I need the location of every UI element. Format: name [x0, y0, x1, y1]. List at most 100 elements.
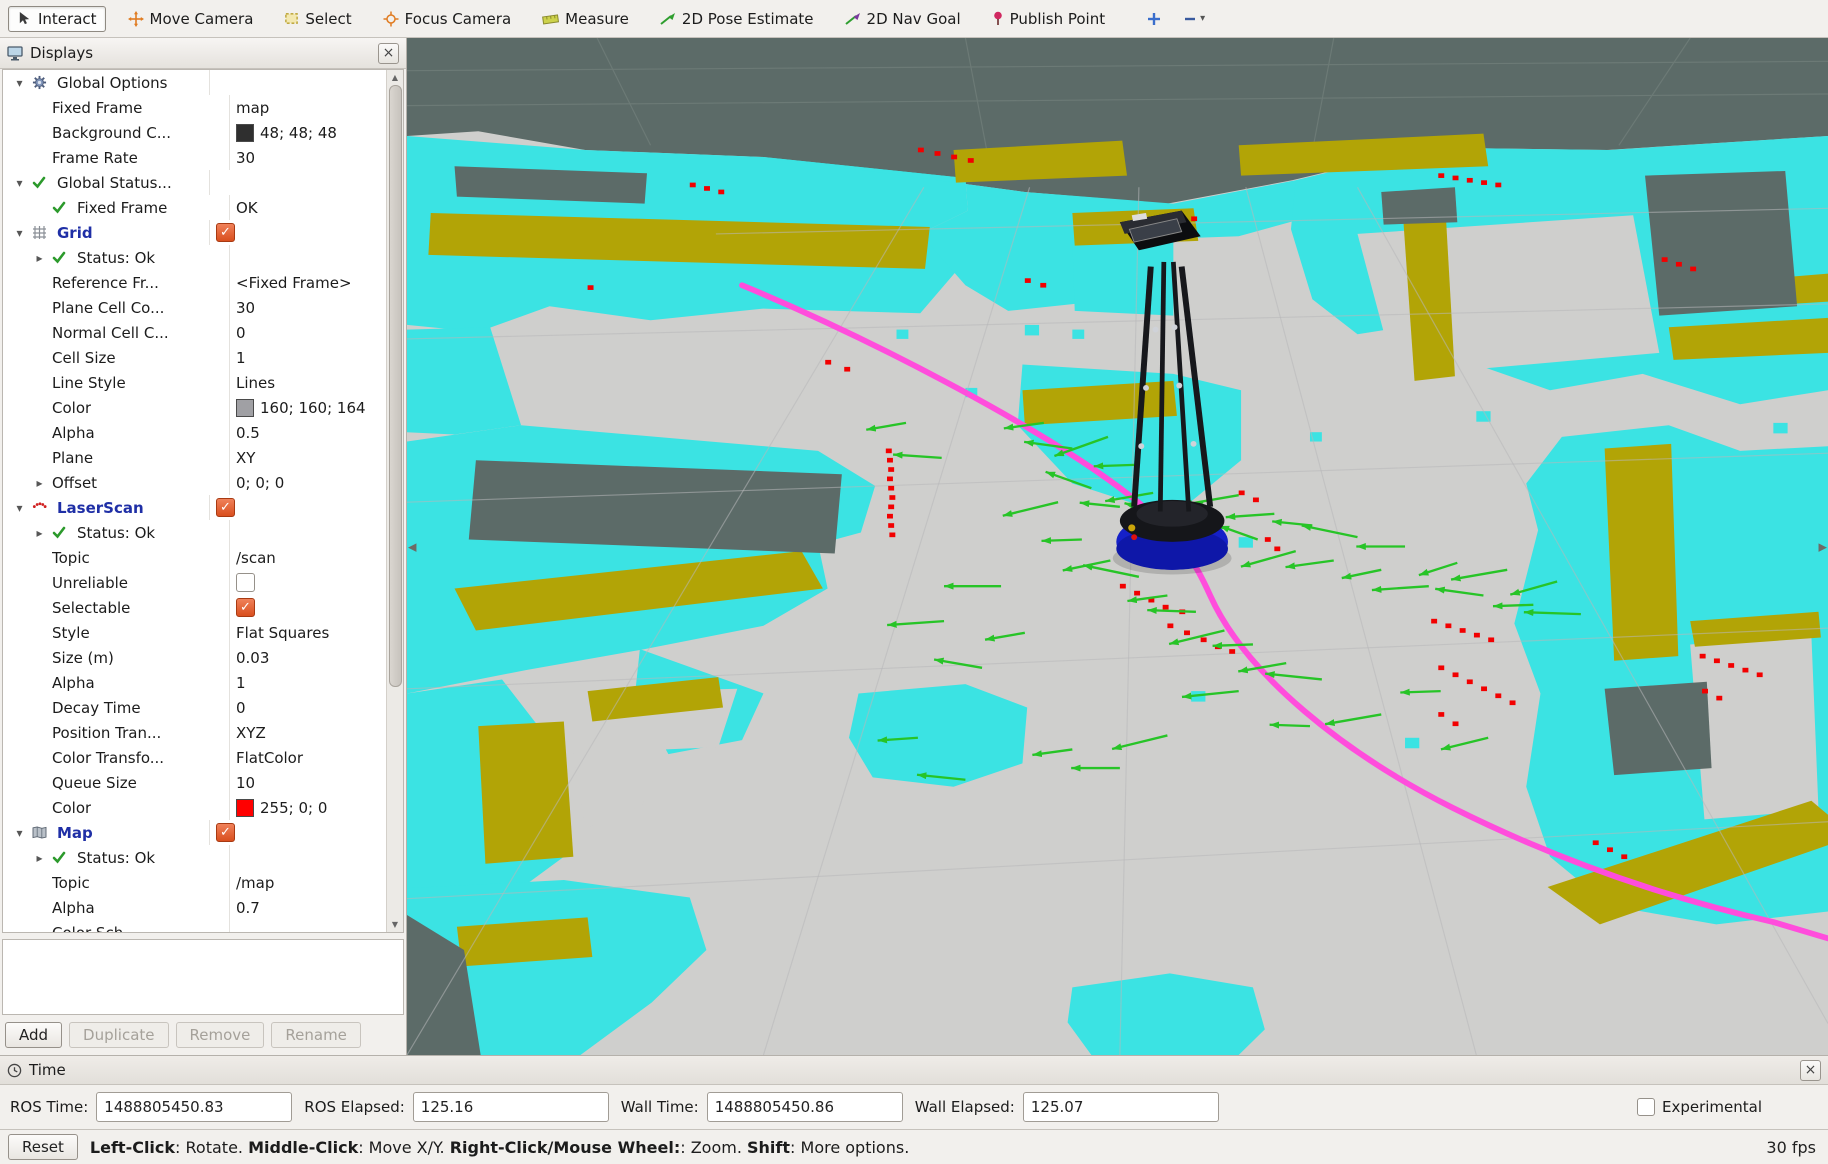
- tool-publish-point[interactable]: Publish Point: [983, 6, 1114, 32]
- property-value-cell[interactable]: [209, 170, 386, 195]
- expander-open-icon[interactable]: ▾: [12, 826, 27, 840]
- enabled-checkbox[interactable]: [216, 498, 235, 517]
- property-value-cell[interactable]: [209, 820, 386, 845]
- expander-open-icon[interactable]: ▾: [12, 501, 27, 515]
- property-value-cell[interactable]: [229, 595, 386, 620]
- tree-row-offset[interactable]: ▸Offset0; 0; 0: [3, 470, 386, 495]
- tool-move-camera[interactable]: Move Camera: [119, 6, 263, 32]
- property-value-cell[interactable]: <Fixed Frame>: [229, 270, 386, 295]
- property-value-cell[interactable]: 48; 48; 48: [229, 120, 386, 145]
- property-value-cell[interactable]: /scan: [229, 545, 386, 570]
- color-swatch[interactable]: [236, 124, 254, 142]
- panel-collapse-right-icon[interactable]: ▶: [1819, 540, 1827, 553]
- color-swatch[interactable]: [236, 799, 254, 817]
- scrollbar-thumb[interactable]: [389, 85, 402, 687]
- tree-row-global-status[interactable]: ▾Global Status...: [3, 170, 386, 195]
- tree-row-status-ok[interactable]: ▸Status: Ok: [3, 520, 386, 545]
- tree-row-color[interactable]: Color160; 160; 164: [3, 395, 386, 420]
- tree-row-color-transfo[interactable]: Color Transfo...FlatColor: [3, 745, 386, 770]
- expander-open-icon[interactable]: ▾: [12, 226, 27, 240]
- property-value-cell[interactable]: XYZ: [229, 720, 386, 745]
- tree-row-color-sch[interactable]: Color Sch...: [3, 920, 386, 932]
- tree-row-queue-size[interactable]: Queue Size10: [3, 770, 386, 795]
- enabled-checkbox[interactable]: [236, 598, 255, 617]
- ros-elapsed-input[interactable]: [413, 1092, 609, 1122]
- expander-closed-icon[interactable]: ▸: [32, 526, 47, 540]
- property-value-cell[interactable]: Lines: [229, 370, 386, 395]
- tree-row-decay-time[interactable]: Decay Time0: [3, 695, 386, 720]
- enabled-checkbox[interactable]: [236, 573, 255, 592]
- expander-closed-icon[interactable]: ▸: [32, 851, 47, 865]
- tree-row-style[interactable]: StyleFlat Squares: [3, 620, 386, 645]
- duplicate-button[interactable]: Duplicate: [69, 1022, 168, 1048]
- property-value-cell[interactable]: /map: [229, 870, 386, 895]
- tree-row-frame-rate[interactable]: Frame Rate30: [3, 145, 386, 170]
- tree-row-cell-size[interactable]: Cell Size1: [3, 345, 386, 370]
- tree-row-alpha[interactable]: Alpha0.7: [3, 895, 386, 920]
- tree-row-plane-cell-co[interactable]: Plane Cell Co...30: [3, 295, 386, 320]
- tool-focus-camera[interactable]: Focus Camera: [374, 6, 520, 32]
- time-panel-close-button[interactable]: ×: [1800, 1060, 1821, 1081]
- tool-select[interactable]: Select: [275, 6, 360, 32]
- tree-row-size-m[interactable]: Size (m)0.03: [3, 645, 386, 670]
- property-value-cell[interactable]: 1: [229, 670, 386, 695]
- property-value-cell[interactable]: OK: [229, 195, 386, 220]
- property-value-cell[interactable]: FlatColor: [229, 745, 386, 770]
- property-value-cell[interactable]: [209, 70, 386, 95]
- property-value-cell[interactable]: map: [229, 95, 386, 120]
- property-value-cell[interactable]: [229, 245, 386, 270]
- minus-tool-button[interactable]: ▾: [1177, 9, 1211, 29]
- property-value-cell[interactable]: XY: [229, 445, 386, 470]
- tool-2d-pose-estimate[interactable]: 2D Pose Estimate: [651, 6, 823, 32]
- tree-row-color[interactable]: Color255; 0; 0: [3, 795, 386, 820]
- tree-row-topic[interactable]: Topic/scan: [3, 545, 386, 570]
- expander-closed-icon[interactable]: ▸: [32, 476, 47, 490]
- add-button[interactable]: Add: [5, 1022, 62, 1048]
- tree-row-status-ok[interactable]: ▸Status: Ok: [3, 245, 386, 270]
- property-value-cell[interactable]: [229, 845, 386, 870]
- expander-closed-icon[interactable]: ▸: [32, 251, 47, 265]
- 3d-viewport[interactable]: ◀ ▶: [407, 38, 1828, 1055]
- displays-close-button[interactable]: ×: [378, 43, 399, 64]
- wall-elapsed-input[interactable]: [1023, 1092, 1219, 1122]
- displays-tree-scrollbar[interactable]: ▲ ▼: [386, 70, 403, 932]
- property-value-cell[interactable]: 0.5: [229, 420, 386, 445]
- expander-open-icon[interactable]: ▾: [12, 176, 27, 190]
- property-value-cell[interactable]: 1: [229, 345, 386, 370]
- tree-row-map[interactable]: ▾Map: [3, 820, 386, 845]
- color-swatch[interactable]: [236, 399, 254, 417]
- property-value-cell[interactable]: [229, 920, 386, 932]
- tool-measure[interactable]: Measure: [533, 6, 638, 32]
- property-value-cell[interactable]: 0.03: [229, 645, 386, 670]
- tool-2d-nav-goal[interactable]: 2D Nav Goal: [836, 6, 970, 32]
- ros-time-input[interactable]: [96, 1092, 292, 1122]
- tree-row-plane[interactable]: PlaneXY: [3, 445, 386, 470]
- rename-button[interactable]: Rename: [271, 1022, 361, 1048]
- tree-row-alpha[interactable]: Alpha1: [3, 670, 386, 695]
- property-value-cell[interactable]: [209, 220, 386, 245]
- property-value-cell[interactable]: 255; 0; 0: [229, 795, 386, 820]
- tree-row-topic[interactable]: Topic/map: [3, 870, 386, 895]
- expander-open-icon[interactable]: ▾: [12, 76, 27, 90]
- enabled-checkbox[interactable]: [216, 823, 235, 842]
- enabled-checkbox[interactable]: [216, 223, 235, 242]
- tree-row-unreliable[interactable]: Unreliable: [3, 570, 386, 595]
- remove-button[interactable]: Remove: [176, 1022, 265, 1048]
- tree-row-grid[interactable]: ▾Grid: [3, 220, 386, 245]
- tree-row-laserscan[interactable]: ▾LaserScan: [3, 495, 386, 520]
- tool-interact[interactable]: Interact: [8, 6, 106, 32]
- tree-row-background-c[interactable]: Background C...48; 48; 48: [3, 120, 386, 145]
- tree-row-status-ok[interactable]: ▸Status: Ok: [3, 845, 386, 870]
- property-value-cell[interactable]: 0: [229, 695, 386, 720]
- reset-button[interactable]: Reset: [8, 1134, 78, 1160]
- tree-row-selectable[interactable]: Selectable: [3, 595, 386, 620]
- property-value-cell[interactable]: 0: [229, 320, 386, 345]
- tree-row-position-tran[interactable]: Position Tran...XYZ: [3, 720, 386, 745]
- property-value-cell[interactable]: 10: [229, 770, 386, 795]
- tree-row-fixed-frame[interactable]: Fixed Framemap: [3, 95, 386, 120]
- scroll-up-icon[interactable]: ▲: [392, 73, 398, 82]
- property-value-cell[interactable]: Flat Squares: [229, 620, 386, 645]
- experimental-checkbox[interactable]: [1637, 1098, 1655, 1116]
- property-value-cell[interactable]: 0.7: [229, 895, 386, 920]
- property-value-cell[interactable]: [229, 570, 386, 595]
